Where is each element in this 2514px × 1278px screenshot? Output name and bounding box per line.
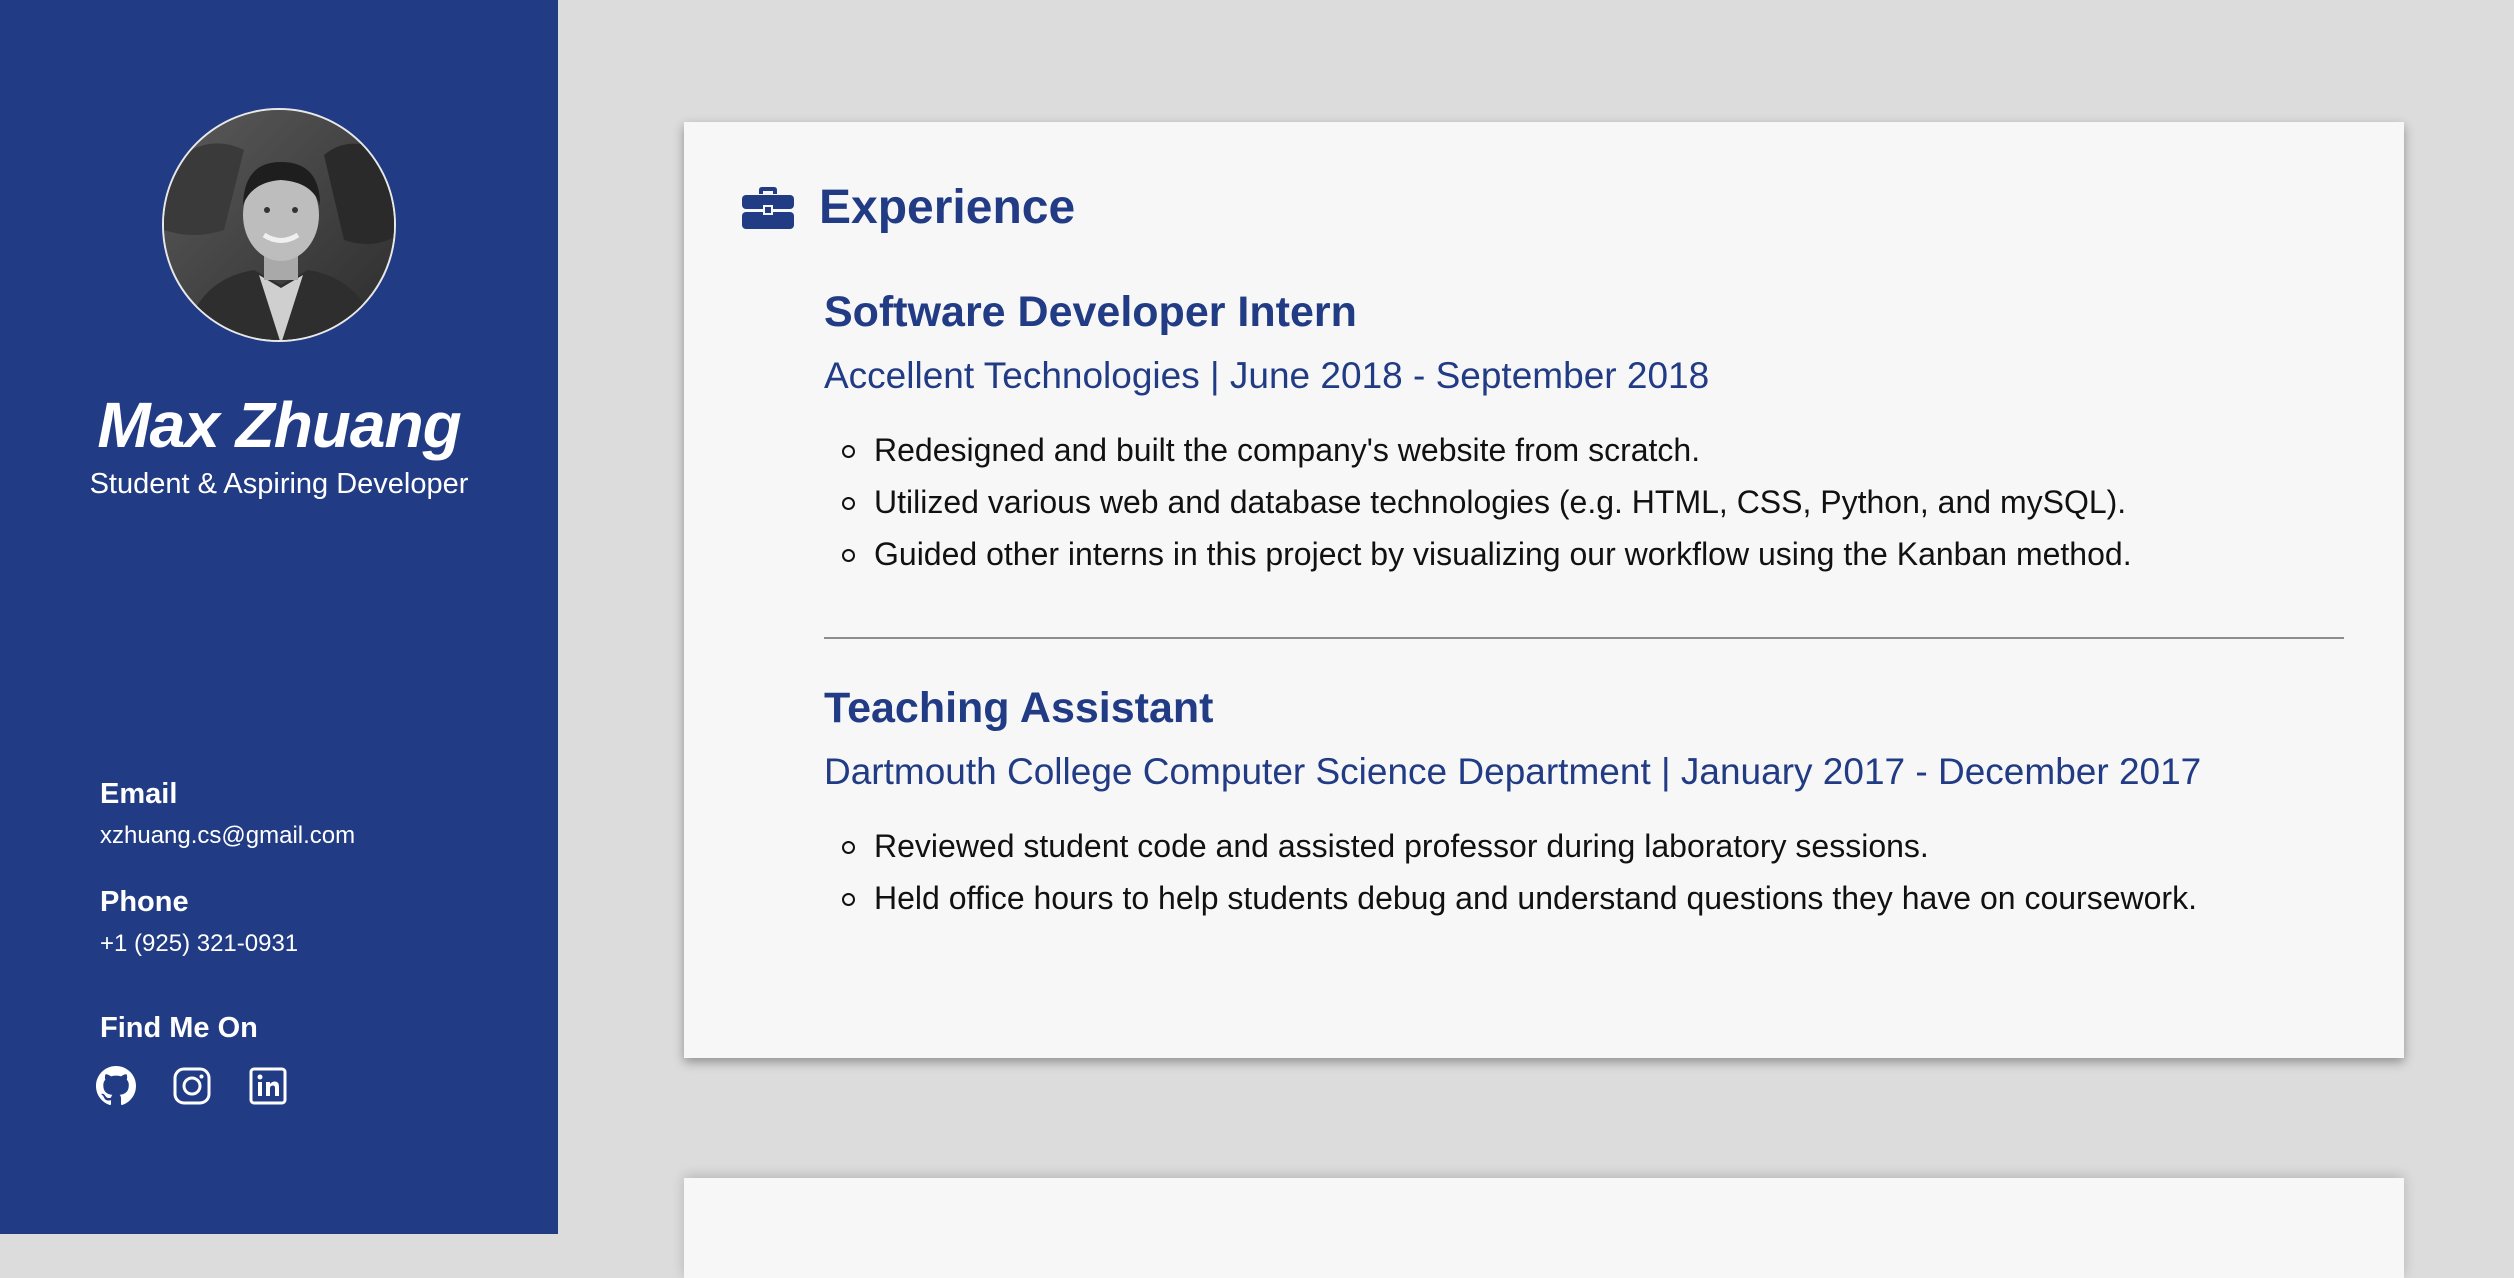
social-links xyxy=(96,1066,288,1106)
profile-photo xyxy=(164,110,394,340)
section-title: Experience xyxy=(819,181,1076,234)
avatar xyxy=(162,108,396,342)
phone-label: Phone xyxy=(100,886,189,918)
social-label: Find Me On xyxy=(100,1012,258,1044)
email-value[interactable]: xzhuang.cs@gmail.com xyxy=(100,822,355,850)
email-label: Email xyxy=(100,778,178,810)
divider xyxy=(824,637,2344,639)
phone-value[interactable]: +1 (925) 321-0931 xyxy=(100,930,298,958)
list-item: Utilized various web and database techno… xyxy=(842,476,2344,528)
job-entry: Teaching Assistant Dartmouth College Com… xyxy=(824,680,2344,924)
job-entry: Software Developer Intern Accellent Tech… xyxy=(824,284,2344,580)
job-bullet-list: Reviewed student code and assisted profe… xyxy=(824,820,2344,924)
profile-tagline: Student & Aspiring Developer xyxy=(89,468,469,500)
job-subtitle: Dartmouth College Computer Science Depar… xyxy=(824,751,2202,792)
experience-card: Experience Software Developer Intern Acc… xyxy=(684,122,2404,1058)
job-title: Teaching Assistant xyxy=(824,684,1214,732)
list-item: Redesigned and built the company's websi… xyxy=(842,424,2344,476)
job-title: Software Developer Intern xyxy=(824,288,1357,336)
briefcase-icon xyxy=(742,186,794,229)
github-icon[interactable] xyxy=(96,1066,136,1106)
next-section-card xyxy=(684,1178,2404,1278)
list-item: Guided other interns in this project by … xyxy=(842,528,2344,580)
linkedin-icon[interactable] xyxy=(248,1066,288,1106)
instagram-icon[interactable] xyxy=(172,1066,212,1106)
job-bullet-list: Redesigned and built the company's websi… xyxy=(824,424,2344,580)
profile-name: Max Zhuang xyxy=(97,389,461,461)
sidebar: Max Zhuang Student & Aspiring Developer … xyxy=(0,0,558,1234)
list-item: Reviewed student code and assisted profe… xyxy=(842,820,2344,872)
experience-header: Experience xyxy=(742,180,1075,235)
job-subtitle: Accellent Technologies | June 2018 - Sep… xyxy=(824,355,1710,396)
list-item: Held office hours to help students debug… xyxy=(842,872,2344,924)
